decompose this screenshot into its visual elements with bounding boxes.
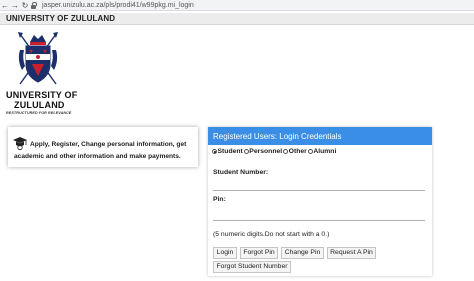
university-logo: UNIVERSITY OF ZULULAND RESTRUCTURED FOR … — [4, 28, 78, 120]
page-header-title: UNIVERSITY OF ZULULAND — [6, 14, 116, 23]
login-button[interactable]: Login — [213, 247, 237, 259]
back-arrow-icon[interactable]: ← — [0, 1, 10, 10]
page-header: UNIVERSITY OF ZULULAND — [0, 13, 474, 25]
pin-input[interactable] — [213, 214, 425, 221]
request-pin-button[interactable]: Request A Pin — [327, 247, 376, 259]
login-panel-title: Registered Users: Login Credentials — [208, 127, 432, 145]
logo-text-line1: UNIVERSITY OF — [6, 90, 78, 100]
logo-text-line2: ZULULAND — [14, 100, 65, 110]
pin-label: Pin: — [213, 196, 226, 203]
info-card-line2: academic and other information and make … — [14, 153, 181, 160]
student-number-input[interactable] — [213, 184, 425, 191]
forward-arrow-icon[interactable]: → — [10, 1, 20, 10]
login-panel: Registered Users: Login Credentials Stud… — [208, 127, 432, 276]
forgot-student-number-button[interactable]: Forgot Student Number — [213, 261, 291, 273]
crest-icon — [18, 32, 58, 85]
pin-hint: (5 numeric digits.Do not start with a 0.… — [213, 231, 330, 238]
refresh-icon[interactable]: ↻ — [20, 1, 30, 10]
lock-icon[interactable] — [30, 1, 39, 9]
student-number-label: Student Number: — [213, 169, 269, 176]
radio-other[interactable] — [283, 149, 289, 154]
forgot-pin-button[interactable]: Forgot Pin — [240, 247, 278, 259]
info-card: Apply, Register, Change personal informa… — [8, 127, 198, 167]
graduation-cap-icon — [13, 137, 27, 151]
url-text[interactable]: jasper.unizulu.ac.za/pls/prodi41/w99pkg.… — [42, 2, 194, 9]
info-card-text: Apply, Register, Change personal informa… — [14, 139, 198, 160]
radio-student-label: Student — [217, 148, 243, 155]
browser-address-bar: ← → ↻ jasper.unizulu.ac.za/pls/prodi41/w… — [0, 0, 474, 11]
radio-other-label: Other — [288, 148, 307, 155]
radio-alumni[interactable] — [307, 149, 313, 154]
info-card-line1: Apply, Register, Change personal informa… — [30, 141, 187, 148]
radio-student[interactable] — [212, 149, 217, 154]
change-pin-button[interactable]: Change Pin — [281, 247, 324, 259]
radio-personnel-label: Personnel — [249, 148, 283, 155]
radio-personnel[interactable] — [243, 149, 249, 154]
radio-alumni-label: Alumni — [313, 148, 337, 155]
logo-tagline: RESTRUCTURED FOR RELEVANCE — [6, 111, 72, 115]
user-type-radio-group: Student Personnel Other Alumni — [212, 148, 337, 155]
